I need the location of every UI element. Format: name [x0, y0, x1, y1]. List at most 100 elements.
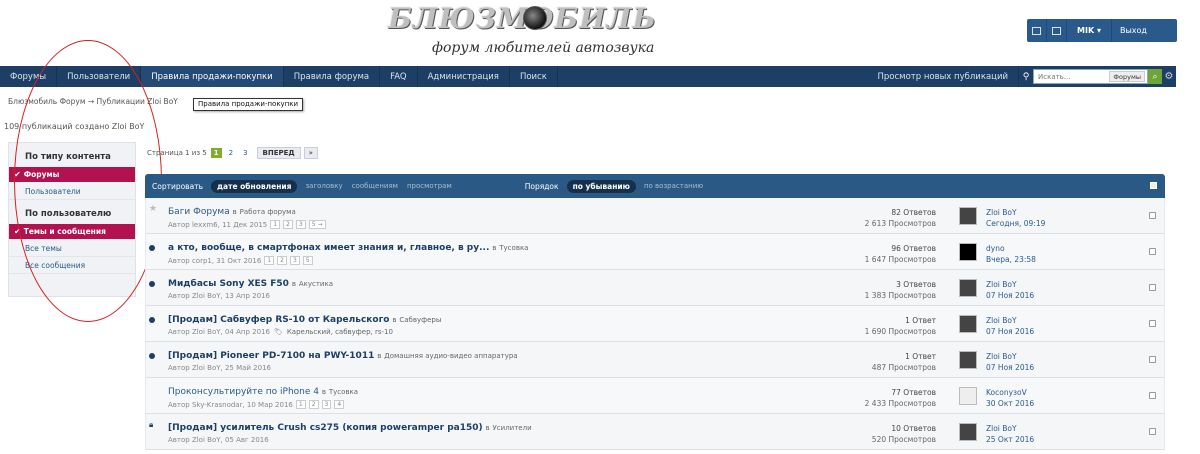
- search-box: Форумы: [1033, 69, 1148, 84]
- notifications-icon[interactable]: [1047, 19, 1067, 42]
- search-input[interactable]: [1034, 72, 1114, 81]
- mini-page-link[interactable]: 4: [334, 400, 345, 409]
- table-row[interactable]: Мидбасы Sony XES F50 в Акустика Автор Zl…: [145, 270, 1165, 306]
- last-page-button[interactable]: »: [303, 147, 318, 159]
- topic-forum[interactable]: Тусовка: [329, 388, 358, 396]
- order-label: Порядок: [524, 181, 559, 191]
- avatar[interactable]: [959, 207, 977, 225]
- topic-author-date: Автор lexxm6, 11 Дек 2015: [168, 220, 268, 229]
- topic-stats: 96 Ответов 1 647 Просмотров: [826, 243, 936, 265]
- page-2[interactable]: 2: [226, 148, 236, 158]
- order-asc[interactable]: по возрастанию: [644, 182, 703, 190]
- last-post-user[interactable]: Zloi BoY: [986, 279, 1034, 290]
- nav-faq[interactable]: FAQ: [380, 66, 418, 87]
- topic-title-line: Мидбасы Sony XES F50 в Акустика: [168, 279, 333, 289]
- avatar[interactable]: [959, 315, 977, 333]
- mini-page-link[interactable]: 1: [264, 256, 275, 265]
- map-pin-icon[interactable]: ⚲: [1019, 72, 1033, 82]
- row-checkbox[interactable]: [1149, 212, 1156, 219]
- last-post-date[interactable]: Сегодня, 09:19: [986, 218, 1045, 229]
- mini-page-link[interactable]: 1: [270, 220, 281, 229]
- sort-by-views[interactable]: просмотрам: [407, 182, 452, 190]
- last-post-date[interactable]: 07 Ноя 2016: [986, 362, 1034, 373]
- user-menu[interactable]: MIK ▾: [1067, 19, 1112, 42]
- mini-page-link[interactable]: 1: [295, 400, 306, 409]
- row-checkbox[interactable]: [1149, 320, 1156, 327]
- row-checkbox[interactable]: [1149, 284, 1156, 291]
- last-post-date[interactable]: 25 Окт 2016: [986, 434, 1034, 445]
- topic-forum-prefix: в: [321, 388, 326, 396]
- topic-meta: Автор Zloi BoY, 04 Апр 2016 🏷︎ Карельский,…: [168, 328, 393, 336]
- topic-forum[interactable]: Сабвуферы: [399, 316, 441, 324]
- table-row[interactable]: [Продам] Pioneer PD-7100 на PWY-1011 в Д…: [145, 342, 1165, 378]
- page-3[interactable]: 3: [240, 148, 250, 158]
- row-checkbox[interactable]: [1149, 248, 1156, 255]
- mini-page-link[interactable]: 3: [289, 256, 300, 265]
- nav-sale-rules[interactable]: Правила продажи-покупки: [141, 66, 284, 87]
- row-checkbox[interactable]: [1149, 428, 1156, 435]
- last-post-user[interactable]: Zloi BoY: [986, 207, 1045, 218]
- topic-title[interactable]: Мидбасы Sony XES F50: [168, 279, 289, 289]
- mini-page-link[interactable]: 2: [308, 400, 319, 409]
- nav-administration[interactable]: Администрация: [418, 66, 510, 87]
- topic-title[interactable]: [Продам] усилитель Crush cs275 (копия po…: [168, 423, 483, 433]
- topic-forum[interactable]: Работа форума: [240, 208, 296, 216]
- logout-link[interactable]: Выход: [1112, 26, 1155, 35]
- topic-forum[interactable]: Акустика: [299, 280, 333, 288]
- last-post-date[interactable]: 07 Ноя 2016: [986, 326, 1034, 337]
- inbox-icon[interactable]: [1027, 19, 1047, 42]
- avatar[interactable]: [959, 279, 977, 297]
- topic-title[interactable]: [Продам] Pioneer PD-7100 на PWY-1011: [168, 351, 374, 361]
- search-scope-select[interactable]: Форумы: [1109, 71, 1145, 82]
- avatar[interactable]: [959, 243, 977, 261]
- nav-search[interactable]: Поиск: [510, 66, 558, 87]
- sort-by-title[interactable]: заголовку: [305, 182, 342, 190]
- sort-by-posts[interactable]: сообщениям: [352, 182, 398, 190]
- mini-page-link[interactable]: 5 →: [308, 220, 326, 229]
- topic-forum[interactable]: Усилители: [493, 424, 532, 432]
- row-checkbox[interactable]: [1149, 392, 1156, 399]
- search-icon[interactable]: ⌕: [1148, 69, 1162, 84]
- mini-page-link[interactable]: 2: [277, 256, 287, 265]
- row-checkbox[interactable]: [1149, 356, 1156, 363]
- sort-by-date[interactable]: дате обновления: [210, 179, 298, 193]
- last-post-user[interactable]: Zloi BoY: [986, 423, 1034, 434]
- nav-forum-rules[interactable]: Правила форума: [284, 66, 381, 87]
- avatar[interactable]: [959, 387, 977, 405]
- username: MIK: [1077, 26, 1095, 35]
- last-post-user[interactable]: KoconyзoV: [986, 387, 1034, 398]
- table-row[interactable]: а кто, вообще, в смартфонах имеет знания…: [145, 234, 1165, 270]
- mini-page-link[interactable]: 3: [295, 220, 306, 229]
- topic-meta: Автор corp1, 31 Окт 2016 1 2 3 5: [168, 256, 313, 265]
- table-row[interactable]: 🔒︎ [Продам] усилитель Crush cs275 (копия…: [145, 414, 1165, 450]
- last-post-user[interactable]: dyno: [986, 243, 1036, 254]
- new-posts-link[interactable]: Просмотр новых публикаций: [868, 66, 1019, 87]
- page-1[interactable]: 1: [210, 148, 222, 158]
- avatar[interactable]: [959, 351, 977, 369]
- table-row[interactable]: Проконсультируйте по iPhone 4 в Тусовка …: [145, 378, 1165, 414]
- last-post-date[interactable]: Вчера, 23:58: [986, 254, 1036, 265]
- last-post-user[interactable]: Zloi BoY: [986, 315, 1034, 326]
- mini-page-link[interactable]: 2: [283, 220, 293, 229]
- last-post-date[interactable]: 07 Ноя 2016: [986, 290, 1034, 301]
- last-post-user[interactable]: Zloi BoY: [986, 351, 1034, 362]
- star-icon: ★: [149, 204, 158, 214]
- select-all-checkbox[interactable]: [1150, 182, 1157, 189]
- topic-title[interactable]: Проконсультируйте по iPhone 4: [168, 387, 319, 397]
- mini-page-link[interactable]: 5: [302, 256, 313, 265]
- topic-forum[interactable]: Тусовка: [499, 244, 528, 252]
- order-desc[interactable]: по убыванию: [566, 179, 636, 193]
- avatar[interactable]: [959, 423, 977, 441]
- next-page-button[interactable]: ВПЕРЕД: [256, 147, 301, 159]
- gear-icon[interactable]: ⚙: [1162, 71, 1176, 82]
- site-logo[interactable]: БЛЮЗМОБИЛЬ форум любителей автозвука: [388, 2, 656, 62]
- topic-title[interactable]: Баги Форума: [168, 207, 230, 217]
- topic-forum[interactable]: Домашняя аудио-видео аппаратура: [384, 352, 517, 360]
- table-row[interactable]: ★ Баги Форума в Работа форума Автор lexx…: [145, 198, 1165, 234]
- topic-tags[interactable]: Карельский, сабвуфер, rs-10: [287, 328, 393, 336]
- table-row[interactable]: [Продам] Сабвуфер RS-10 от Карельского в…: [145, 306, 1165, 342]
- topic-title[interactable]: а кто, вообще, в смартфонах имеет знания…: [168, 243, 489, 253]
- last-post-date[interactable]: 30 Окт 2016: [986, 398, 1034, 409]
- topic-title[interactable]: [Продам] Сабвуфер RS-10 от Карельского: [168, 315, 389, 325]
- mini-page-link[interactable]: 3: [321, 400, 332, 409]
